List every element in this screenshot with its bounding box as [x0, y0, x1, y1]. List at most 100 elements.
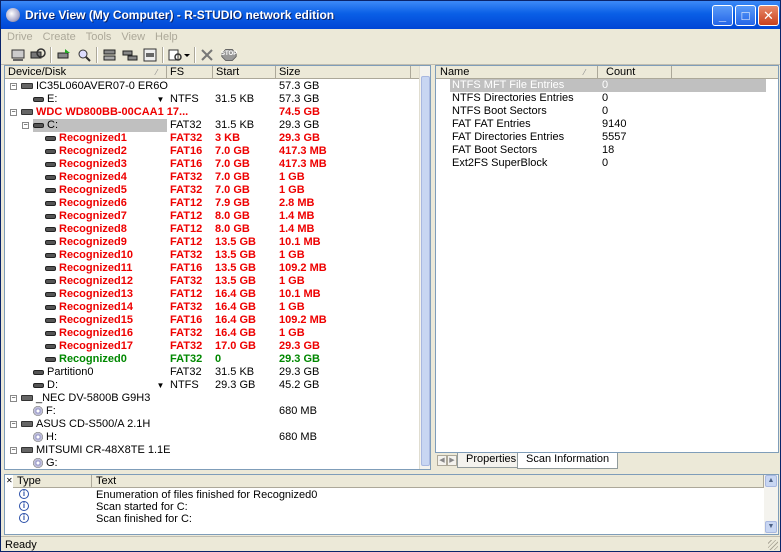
find-icon[interactable] — [75, 46, 93, 64]
tree-cell-size: 1 GB — [279, 249, 305, 261]
tree-row[interactable]: Recognized15 FAT16 16.4 GB 109.2 MB — [5, 314, 420, 327]
log-row[interactable]: i Scan started for C: — [13, 501, 753, 513]
log-scrollbar[interactable]: ▲ ▼ — [764, 475, 778, 534]
tree-row[interactable]: E: ▼ NTFS 31.5 KB 57.3 GB — [5, 93, 420, 106]
stop-icon[interactable]: STOP — [219, 46, 239, 64]
collapse-toggle-icon[interactable]: − — [10, 421, 17, 428]
image-file-icon[interactable] — [141, 46, 159, 64]
drive-tree-scrollbar[interactable] — [419, 66, 430, 469]
sort-icon: ⁄ — [584, 68, 586, 77]
scan-icon[interactable] — [29, 46, 47, 64]
tree-row[interactable]: Recognized4 FAT32 7.0 GB 1 GB — [5, 171, 420, 184]
tree-cell-start: 13.5 GB — [215, 236, 256, 248]
info-row[interactable]: NTFS Boot Sectors 0 — [436, 105, 778, 118]
tree-row[interactable]: − _NEC DV-5800B G9H3 — [5, 392, 420, 405]
status-text: Ready — [5, 539, 37, 551]
log-close-icon[interactable]: ✕ — [6, 476, 13, 485]
tree-row[interactable]: Recognized6 FAT12 7.9 GB 2.8 MB — [5, 197, 420, 210]
tree-row[interactable]: Recognized11 FAT16 13.5 GB 109.2 MB — [5, 262, 420, 275]
collapse-toggle-icon[interactable]: − — [10, 83, 17, 90]
tree-row[interactable]: Recognized5 FAT32 7.0 GB 1 GB — [5, 184, 420, 197]
tree-row[interactable]: Recognized12 FAT32 13.5 GB 1 GB — [5, 275, 420, 288]
tree-row[interactable]: Recognized14 FAT32 16.4 GB 1 GB — [5, 301, 420, 314]
dropdown-arrow-icon[interactable]: ▼ — [156, 381, 165, 390]
column-fs[interactable]: FS — [167, 66, 213, 79]
info-row[interactable]: FAT Boot Sectors 18 — [436, 144, 778, 157]
close-button[interactable]: ✕ — [758, 5, 779, 26]
tree-row[interactable]: D: ▼ NTFS 29.3 GB 45.2 GB — [5, 379, 420, 392]
tree-row[interactable]: Recognized16 FAT32 16.4 GB 1 GB — [5, 327, 420, 340]
tree-row[interactable]: Recognized3 FAT16 7.0 GB 417.3 MB — [5, 158, 420, 171]
info-row[interactable]: NTFS Directories Entries 0 — [436, 92, 778, 105]
tree-cell-fs: FAT16 — [170, 145, 203, 157]
info-row[interactable]: FAT FAT Entries 9140 — [436, 118, 778, 131]
menu-help[interactable]: Help — [151, 29, 182, 45]
tree-row[interactable]: Recognized2 FAT16 7.0 GB 417.3 MB — [5, 145, 420, 158]
scroll-down-icon[interactable]: ▼ — [765, 521, 777, 533]
menu-create[interactable]: Create — [39, 29, 80, 45]
collapse-toggle-icon[interactable]: − — [10, 447, 17, 454]
tree-row[interactable]: F: 680 MB — [5, 405, 420, 418]
tree-row[interactable]: H: 680 MB — [5, 431, 420, 444]
tree-row[interactable]: Recognized10 FAT32 13.5 GB 1 GB — [5, 249, 420, 262]
column-size[interactable]: Size — [276, 66, 411, 79]
tree-row[interactable]: Recognized13 FAT12 16.4 GB 10.1 MB — [5, 288, 420, 301]
toolbar-separator — [194, 47, 196, 63]
log-row[interactable]: i Scan finished for C: — [13, 513, 753, 525]
minimize-button[interactable]: _ — [712, 5, 733, 26]
tab-scan-information[interactable]: Scan Information — [517, 453, 619, 469]
tree-row[interactable]: − ASUS CD-S500/A 2.1H — [5, 418, 420, 431]
column-text[interactable]: Text — [92, 475, 764, 488]
column-type[interactable]: Type — [13, 475, 92, 488]
partition-icon — [33, 369, 44, 375]
title-bar[interactable]: Drive View (My Computer) - R-STUDIO netw… — [1, 1, 780, 29]
region-icon[interactable] — [121, 46, 139, 64]
stop-cross-icon[interactable] — [198, 46, 216, 64]
resize-grip-icon[interactable] — [768, 540, 778, 550]
tree-row[interactable]: Recognized8 FAT12 8.0 GB 1.4 MB — [5, 223, 420, 236]
column-device-disk[interactable]: Device/Disk — [5, 66, 167, 79]
info-tabs: ◀ ▶ Properties Scan Information — [435, 453, 779, 469]
scroll-thumb[interactable] — [421, 76, 430, 466]
info-row[interactable]: Ext2FS SuperBlock 0 — [436, 157, 778, 170]
menu-tools[interactable]: Tools — [82, 29, 116, 45]
scroll-up-icon[interactable]: ▲ — [765, 475, 777, 487]
tree-row[interactable]: Partition0 FAT32 31.5 KB 29.3 GB — [5, 366, 420, 379]
column-start[interactable]: Start — [213, 66, 276, 79]
drive-tree-rows: − IC35L060AVER07-0 ER6O 57.3 GB E: ▼ NTFS 31.5… — [5, 80, 420, 469]
tree-row[interactable]: − MITSUMI CR-48X8TE 1.1E — [5, 444, 420, 457]
tree-row[interactable]: G: — [5, 457, 420, 469]
open-drive-icon[interactable] — [55, 46, 73, 64]
recover-dropdown-icon[interactable] — [183, 46, 191, 64]
menu-drive[interactable]: Drive — [3, 29, 37, 45]
dropdown-arrow-icon[interactable]: ▼ — [156, 95, 165, 104]
collapse-toggle-icon[interactable]: − — [22, 122, 29, 129]
tree-row[interactable]: − WDC WD800BB-00CAA1 17... 74.5 GB — [5, 106, 420, 119]
menu-view[interactable]: View — [117, 29, 149, 45]
tree-row[interactable]: Recognized17 FAT32 17.0 GB 29.3 GB — [5, 340, 420, 353]
column-count[interactable]: Count — [602, 66, 672, 79]
tree-cell-start: 13.5 GB — [215, 249, 256, 261]
tree-row[interactable]: Recognized0 FAT32 0 29.3 GB — [5, 353, 420, 366]
log-row[interactable]: i Enumeration of files finished for Recog… — [13, 489, 753, 501]
tab-scroll-left-icon[interactable]: ◀ — [437, 455, 447, 466]
create-image-icon[interactable] — [101, 46, 119, 64]
tree-row[interactable]: Recognized7 FAT12 8.0 GB 1.4 MB — [5, 210, 420, 223]
column-name[interactable]: Name — [436, 66, 598, 79]
info-row[interactable]: NTFS MFT File Entries 0 — [436, 79, 778, 92]
collapse-toggle-icon[interactable]: − — [10, 109, 17, 116]
info-row[interactable]: FAT Directories Entries 5557 — [436, 131, 778, 144]
tab-scroll-right-icon[interactable]: ▶ — [447, 455, 457, 466]
recover-icon[interactable] — [166, 46, 184, 64]
tree-row[interactable]: − IC35L060AVER07-0 ER6O 57.3 GB — [5, 80, 420, 93]
tree-row[interactable]: Recognized9 FAT12 13.5 GB 10.1 MB — [5, 236, 420, 249]
maximize-button[interactable]: □ — [735, 5, 756, 26]
tree-cell-start: 16.4 GB — [215, 327, 256, 339]
log-text: Scan finished for C: — [96, 513, 192, 525]
tab-properties[interactable]: Properties — [457, 453, 526, 468]
drives-icon[interactable] — [9, 46, 27, 64]
collapse-toggle-icon[interactable]: − — [10, 395, 17, 402]
tree-row[interactable]: Recognized1 FAT32 3 KB 29.3 GB — [5, 132, 420, 145]
info-count: 0 — [602, 92, 609, 104]
tree-row[interactable]: − C: FAT32 31.5 KB 29.3 GB — [5, 119, 420, 132]
